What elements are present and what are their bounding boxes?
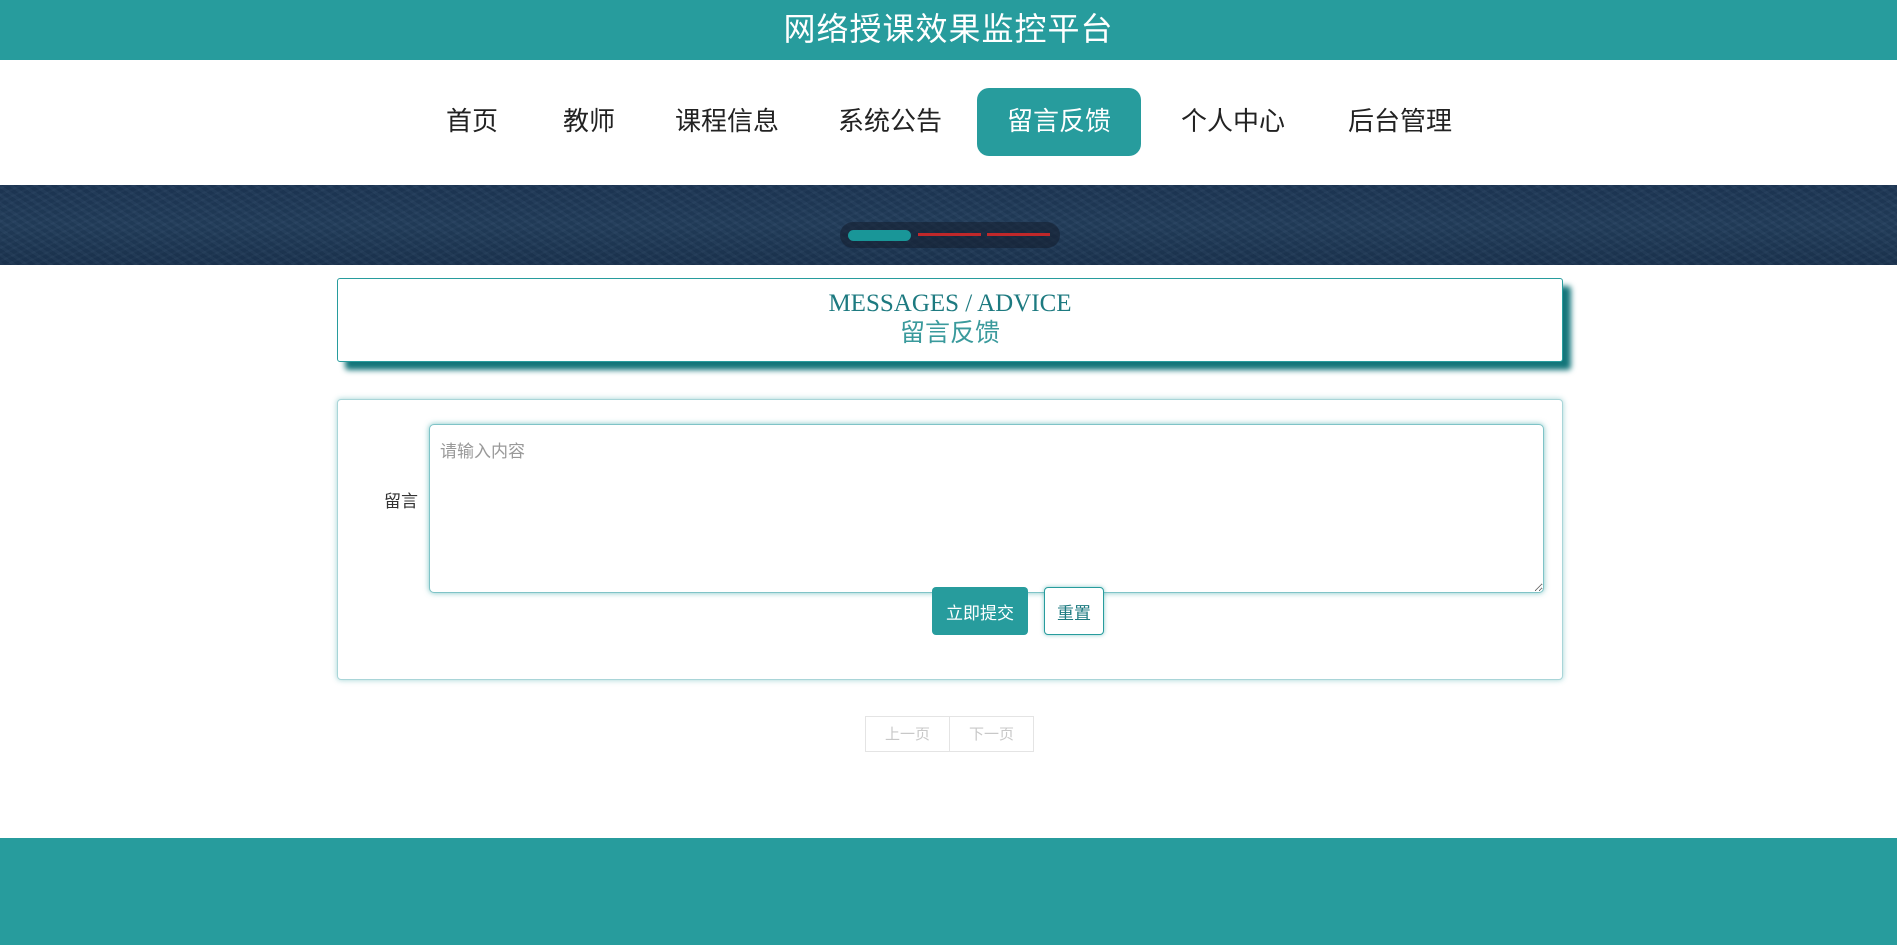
nav-item-profile[interactable]: 个人中心 [1172,88,1294,156]
next-page-button[interactable]: 下一页 [950,716,1034,752]
reset-button[interactable]: 重置 [1044,587,1104,635]
section-heading: MESSAGES / ADVICE 留言反馈 [337,278,1563,362]
carousel-indicators [840,222,1060,248]
nav-item-admin[interactable]: 后台管理 [1339,88,1461,156]
top-header: 网络授课效果监控平台 [0,0,1897,60]
carousel-indicator-2[interactable] [918,233,981,236]
site-title: 网络授课效果监控平台 [783,10,1114,48]
message-textarea[interactable] [429,424,1544,593]
nav-item-teachers[interactable]: 教师 [549,88,629,156]
main-nav: 首页 教师 课程信息 系统公告 留言反馈 个人中心 后台管理 [0,60,1897,185]
nav-item-announcements[interactable]: 系统公告 [829,88,951,156]
prev-page-button[interactable]: 上一页 [865,716,950,752]
carousel-indicator-1[interactable] [848,230,911,241]
section-heading-cn: 留言反馈 [899,320,1000,347]
footer [0,838,1897,945]
carousel-indicator-3[interactable] [987,233,1050,236]
message-label: 留言 [384,492,418,512]
banner-carousel [0,185,1897,265]
nav-item-feedback[interactable]: 留言反馈 [977,88,1141,156]
nav-item-home[interactable]: 首页 [432,88,512,156]
section-heading-en: MESSAGES / ADVICE [828,290,1072,317]
feedback-form: 留言 立即提交 重置 [337,399,1563,680]
submit-button[interactable]: 立即提交 [932,587,1028,635]
nav-item-courses[interactable]: 课程信息 [666,88,788,156]
pagination: 上一页 下一页 [865,716,1034,752]
